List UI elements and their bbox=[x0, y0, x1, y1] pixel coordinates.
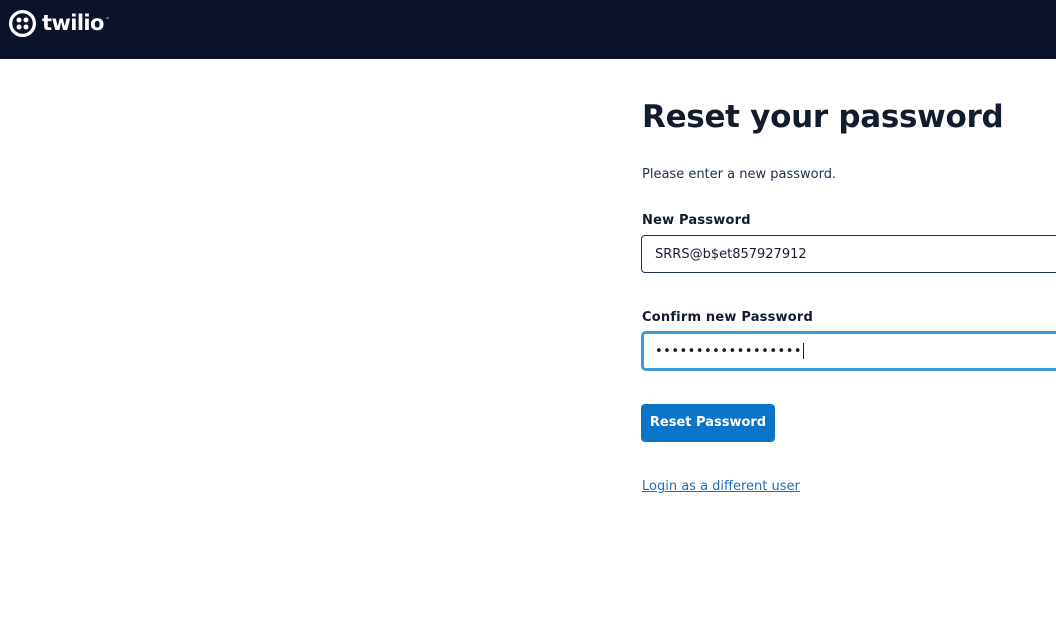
confirm-password-masked-value: •••••••••••••••••• bbox=[655, 343, 803, 359]
twilio-logo-icon bbox=[8, 9, 37, 38]
top-navigation-bar: twilio ™ bbox=[0, 0, 1056, 59]
text-caret bbox=[803, 343, 805, 359]
twilio-logo[interactable]: twilio ™ bbox=[8, 9, 110, 38]
form-instructions: Please enter a new password. bbox=[642, 167, 837, 182]
page-title: Reset your password bbox=[642, 99, 1004, 135]
new-password-value: SRRS@b$et857927912 bbox=[655, 246, 807, 262]
reset-password-button[interactable]: Reset Password bbox=[641, 404, 775, 442]
confirm-password-field[interactable]: •••••••••••••••••• bbox=[641, 331, 1056, 371]
new-password-label: New Password bbox=[642, 213, 751, 228]
confirm-password-label: Confirm new Password bbox=[642, 310, 814, 325]
logo-wordmark: twilio bbox=[42, 11, 104, 35]
logo-trademark: ™ bbox=[104, 17, 110, 23]
new-password-field[interactable]: SRRS@b$et857927912 bbox=[641, 235, 1056, 273]
login-different-user-link[interactable]: Login as a different user bbox=[642, 479, 800, 494]
reset-password-form: Reset your password Please enter a new p… bbox=[641, 98, 1056, 494]
